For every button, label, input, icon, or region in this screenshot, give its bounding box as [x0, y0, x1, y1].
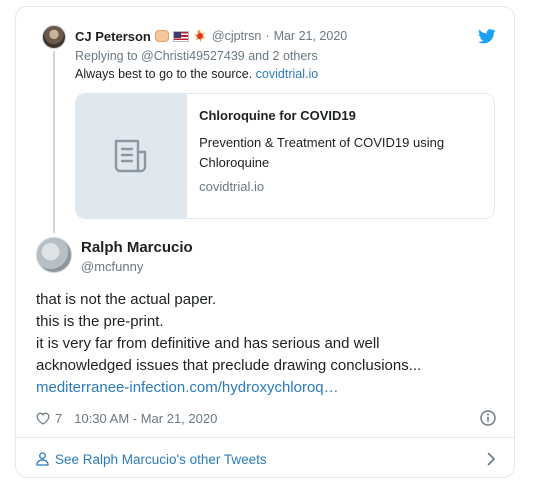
person-icon [36, 452, 49, 466]
link-card-body: Chloroquine for COVID19 Prevention & Tre… [187, 94, 494, 218]
fist-icon [154, 30, 169, 42]
main-tweet-line: it is very far from definitive and has s… [36, 335, 380, 352]
see-other-tweets-label[interactable]: See Ralph Marcucio's other Tweets [55, 452, 267, 467]
heart-icon[interactable] [36, 412, 50, 425]
footer-divider [16, 437, 514, 438]
main-tweet-line: that is not the actual paper. [36, 291, 217, 308]
parent-author-name[interactable]: CJ Peterson [75, 29, 151, 44]
parent-tweet-text: Always best to go to the source. covidtr… [75, 67, 318, 81]
replying-to-line[interactable]: Replying to @Christi49527439 and 2 other… [75, 49, 318, 63]
main-author-name[interactable]: Ralph Marcucio [81, 239, 193, 256]
thread-connector-line [53, 51, 55, 233]
separator-dot: · [265, 29, 270, 43]
link-card-description: Prevention & Treatment of COVID19 using … [199, 135, 445, 170]
main-tweet-line: this is the pre-print. [36, 313, 164, 330]
info-icon[interactable] [480, 410, 496, 426]
main-tweet-text: that is not the actual paper. this is th… [36, 289, 506, 399]
like-count[interactable]: 7 [55, 411, 62, 426]
see-other-tweets-link[interactable]: See Ralph Marcucio's other Tweets [36, 449, 496, 469]
chevron-right-icon[interactable] [487, 452, 496, 466]
link-card-domain: covidtrial.io [199, 179, 265, 194]
link-thumbnail [76, 94, 188, 218]
document-icon [114, 139, 147, 173]
parent-date[interactable]: Mar 21, 2020 [274, 29, 348, 43]
us-flag-icon [172, 30, 189, 42]
main-author-handle[interactable]: @mcfunny [81, 259, 143, 274]
parent-author-handle[interactable]: @cjptrsn [212, 29, 262, 43]
main-tweet-line: acknowledged issues that preclude drawin… [36, 357, 422, 374]
parent-header: CJ Peterson @cjptrsn · Mar 21, 2020 [75, 27, 347, 45]
link-preview-card[interactable]: Chloroquine for COVID19 Prevention & Tre… [75, 93, 495, 219]
link-card-title: Chloroquine for COVID19 [199, 108, 356, 123]
collision-icon [193, 29, 207, 43]
embedded-tweet-card: CJ Peterson @cjptrsn · Mar 21, 2020 Repl… [15, 6, 515, 478]
twitter-bird-icon[interactable] [478, 29, 496, 44]
main-tweet-link[interactable]: mediterranee-infection.com/hydroxychloro… [36, 377, 506, 399]
main-avatar[interactable] [36, 237, 72, 273]
parent-avatar[interactable] [42, 25, 66, 49]
tweet-timestamp[interactable]: 10:30 AM - Mar 21, 2020 [74, 411, 217, 426]
parent-tweet-link[interactable]: covidtrial.io [256, 67, 319, 81]
parent-tweet-body: Always best to go to the source. [75, 67, 253, 81]
tweet-meta-row: 7 10:30 AM - Mar 21, 2020 [36, 409, 496, 427]
